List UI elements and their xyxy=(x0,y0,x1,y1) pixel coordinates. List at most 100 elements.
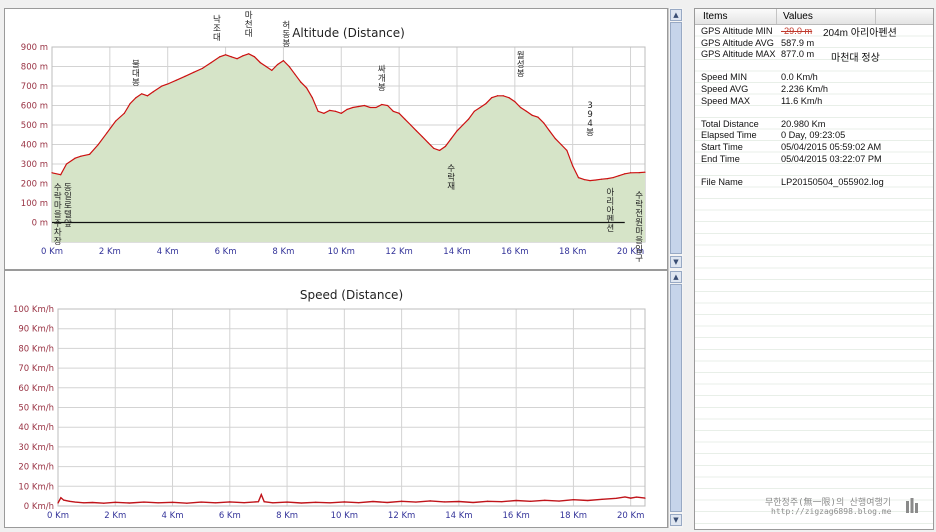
altitude-chart-scrollbar[interactable]: ▲ ▼ xyxy=(668,8,683,270)
info-row[interactable] xyxy=(695,107,933,118)
undefined-data-point xyxy=(263,501,265,503)
info-row[interactable]: GPS Altitude MIN -29.0 m 204m 아리아펜션 xyxy=(695,26,933,39)
scrollbar-thumb[interactable] xyxy=(670,284,682,512)
info-row[interactable] xyxy=(695,61,933,72)
undefined-annotation: 아리아펜션 xyxy=(606,187,614,234)
undefined-data-point xyxy=(248,53,250,55)
undefined-data-point xyxy=(83,502,85,504)
info-row[interactable]: Speed AVG 2.236 Km/h xyxy=(695,84,933,95)
undefined-data-point xyxy=(311,97,313,99)
undefined-y-tick-label: 80 Km/h xyxy=(18,344,54,354)
info-row-key: Speed MIN xyxy=(701,72,747,83)
speed-chart-scrollbar[interactable]: ▲ ▼ xyxy=(668,270,683,528)
undefined-data-point xyxy=(74,157,76,159)
undefined-data-point xyxy=(496,95,499,97)
undefined-data-point xyxy=(558,500,560,502)
undefined-data-point xyxy=(595,179,597,181)
undefined-data-point xyxy=(200,501,202,503)
undefined-data-point xyxy=(554,138,556,140)
info-row[interactable]: GPS Altitude MAX 877.0 m 마천대 정상 xyxy=(695,49,933,64)
info-row[interactable]: GPS Altitude AVG 587.9 m xyxy=(695,38,933,49)
undefined-data-point xyxy=(236,58,238,60)
undefined-data-point xyxy=(479,106,481,109)
undefined-data-point xyxy=(587,499,589,502)
undefined-data-point xyxy=(583,179,585,181)
undefined-data-point xyxy=(51,172,53,174)
info-row-value: LP20150504_055902.log xyxy=(781,176,884,187)
undefined-x-tick-label: 2 Km xyxy=(104,511,126,521)
info-row-value: 11.6 Km/h xyxy=(781,95,823,106)
info-row-value: 587.9 m xyxy=(781,37,815,48)
undefined-data-point xyxy=(529,500,532,502)
undefined-annotation: 낙조대 xyxy=(213,14,221,43)
info-row[interactable] xyxy=(695,165,933,176)
column-header-values[interactable]: Values xyxy=(783,11,813,22)
info-row-key: Speed MAX xyxy=(701,95,751,106)
info-row[interactable]: Speed MIN 0.0 Km/h xyxy=(695,72,933,83)
info-row[interactable]: End Time 05/04/2015 03:22:07 PM xyxy=(695,154,933,165)
info-row-key: Speed AVG xyxy=(701,84,749,94)
undefined-data-point xyxy=(260,493,262,496)
info-row[interactable]: File Name LP20150504_055902.log xyxy=(695,177,933,188)
scroll-up-arrow-icon[interactable]: ▲ xyxy=(670,9,682,21)
undefined-data-point xyxy=(152,91,154,93)
undefined-y-tick-label: 700 m xyxy=(21,82,48,92)
info-row[interactable]: Start Time 05/04/2015 05:59:02 AM xyxy=(695,142,933,153)
undefined-annotation: 허동봉 xyxy=(282,21,290,49)
undefined-data-point xyxy=(375,106,377,109)
undefined-data-point xyxy=(381,103,383,106)
undefined-data-point xyxy=(352,106,354,109)
undefined-data-point xyxy=(537,116,539,118)
undefined-data-point xyxy=(329,502,331,504)
undefined-data-point xyxy=(433,147,435,149)
undefined-data-point xyxy=(644,171,646,173)
undefined-data-point xyxy=(548,130,551,132)
undefined-data-point xyxy=(317,110,319,112)
undefined-x-tick-label: 18 Km xyxy=(560,511,587,521)
undefined-annotation-label: 낙조대 xyxy=(213,14,221,43)
undefined-data-point xyxy=(544,499,546,501)
undefined-data-point xyxy=(103,502,105,504)
undefined-data-point xyxy=(410,124,412,126)
undefined-data-point xyxy=(300,81,302,83)
undefined-annotation-label: 수락마을주차장 xyxy=(54,183,62,247)
undefined-data-point xyxy=(543,122,545,124)
undefined-data-point xyxy=(612,177,614,179)
info-row[interactable]: Elapsed Time 0 Day, 09:23:05 xyxy=(695,130,933,141)
undefined-data-point xyxy=(472,501,474,504)
undefined-annotation-label: 싸개봉 xyxy=(378,64,386,93)
scroll-up-arrow-icon[interactable]: ▲ xyxy=(670,271,682,283)
undefined-data-point xyxy=(60,497,62,499)
info-row-key: File Name xyxy=(701,176,743,187)
undefined-data-point xyxy=(531,114,533,116)
undefined-data-point xyxy=(257,501,260,503)
info-grid-header: Items Values xyxy=(695,9,933,25)
undefined-data-point xyxy=(57,502,59,504)
undefined-data-point xyxy=(392,110,394,112)
column-header-items[interactable]: Items xyxy=(703,11,727,22)
undefined-data-point xyxy=(167,83,169,85)
undefined-x-tick-label: 16 Km xyxy=(502,511,529,521)
undefined-data-point xyxy=(369,106,371,109)
undefined-data-point xyxy=(305,87,308,89)
undefined-data-point xyxy=(346,108,348,110)
scroll-down-arrow-icon[interactable]: ▼ xyxy=(670,256,682,268)
scroll-down-arrow-icon[interactable]: ▼ xyxy=(670,514,682,526)
undefined-data-point xyxy=(266,501,268,503)
undefined-data-point xyxy=(606,178,608,180)
undefined-data-point xyxy=(427,141,429,144)
scrollbar-thumb[interactable] xyxy=(670,22,682,254)
undefined-data-point xyxy=(201,67,204,70)
undefined-x-tick-label: 16 Km xyxy=(501,247,528,257)
undefined-data-point xyxy=(525,110,528,112)
undefined-x-tick-label: 10 Km xyxy=(328,247,355,257)
info-row[interactable]: Speed MAX 11.6 Km/h xyxy=(695,96,933,107)
undefined-x-tick-label: 4 Km xyxy=(157,247,179,257)
undefined-data-point xyxy=(629,172,632,174)
info-row-value: 0 Day, 09:23:05 xyxy=(781,130,846,141)
undefined-data-point xyxy=(439,149,441,151)
info-row[interactable]: Total Distance 20.980 Km xyxy=(695,119,933,130)
undefined-data-point xyxy=(358,105,360,108)
undefined-annotation: 마천대 xyxy=(245,11,253,39)
undefined-data-point xyxy=(638,171,640,174)
